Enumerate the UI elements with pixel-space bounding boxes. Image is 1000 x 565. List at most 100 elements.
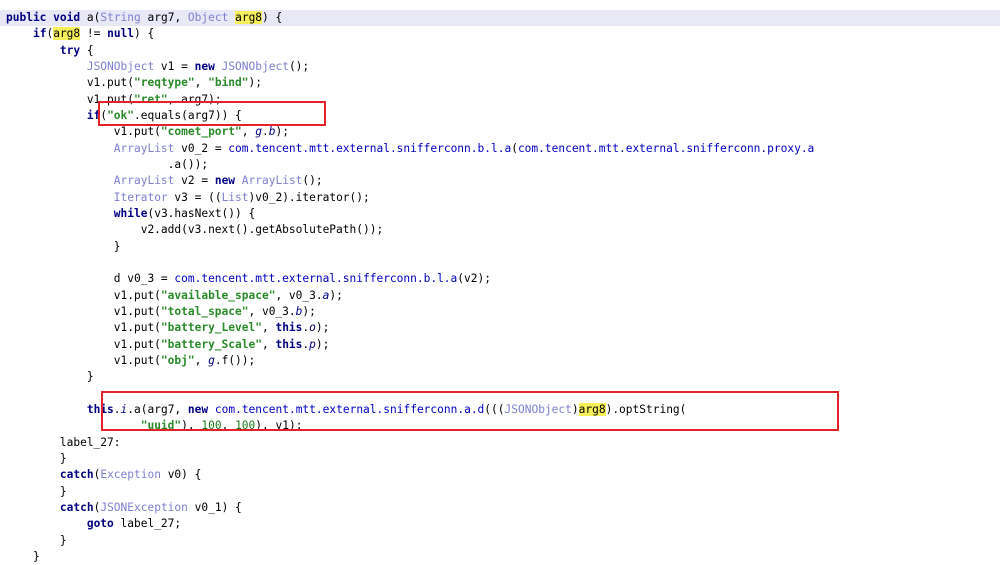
code-token: com.tencent.mtt.external.snifferconn.b.l…: [174, 272, 458, 286]
code-token: }: [6, 484, 67, 498]
code-token: }: [6, 239, 121, 253]
code-token: try: [59, 43, 81, 57]
code-token: v0) {: [160, 468, 202, 482]
code-token: p: [309, 337, 316, 351]
code-token: "battery_Scale": [160, 337, 262, 351]
code-token: Exception: [100, 468, 161, 482]
code-token: }: [6, 549, 40, 563]
code-token: "reqtype": [133, 76, 195, 90]
code-token: );: [275, 125, 289, 139]
code-line: JSONObject v1 = new JSONObject();: [0, 59, 1000, 75]
code-token: v2.add(v3.next().getAbsolutePath());: [6, 223, 384, 237]
code-token: null: [107, 27, 135, 41]
code-line: d v0_3 = com.tencent.mtt.external.sniffe…: [0, 271, 1000, 287]
code-line: v1.put("obj", g.f());: [0, 353, 1000, 369]
code-token: );: [329, 288, 343, 302]
code-line: catch(JSONException v0_1) {: [0, 500, 1000, 516]
code-token: ArrayList: [241, 174, 303, 188]
code-token: , v0_3.: [248, 304, 296, 318]
code-token: ,: [194, 353, 209, 367]
code-token: List: [221, 190, 249, 204]
code-token: ,: [261, 321, 276, 335]
code-token: arg8: [53, 27, 81, 41]
code-token: {: [80, 43, 94, 57]
code-token: this: [275, 321, 303, 335]
highlight-box-ok-check: [98, 101, 326, 126]
code-token: , v0_3.: [275, 288, 323, 302]
code-token: );: [315, 337, 330, 351]
code-line: if(arg8 != null) {: [0, 26, 1000, 42]
code-token: "comet_port": [160, 125, 242, 139]
code-token: while: [113, 207, 148, 220]
code-token: );: [315, 321, 330, 335]
code-token: label_27:: [6, 435, 121, 449]
code-token: !=: [80, 27, 108, 41]
code-token: v1.put(: [6, 288, 161, 302]
code-line: .a());: [0, 157, 1000, 173]
code-token: g: [208, 353, 215, 367]
code-token: v1.put(: [6, 304, 161, 318]
code-line: v1.put("reqtype", "bind");: [0, 75, 1000, 91]
code-line: }: [0, 549, 1000, 565]
code-token: v1.put(: [6, 125, 161, 139]
code-token: arg8: [235, 11, 263, 24]
code-line: ArrayList v2 = new ArrayList();: [0, 173, 1000, 189]
code-token: ();: [288, 60, 310, 73]
code-token: ArrayList: [113, 174, 175, 188]
code-token: v1.put(: [6, 321, 161, 335]
code-token: void: [53, 11, 81, 24]
code-token: ,: [194, 76, 209, 90]
code-token: o: [309, 321, 316, 335]
code-line: v1.put("battery_Scale", this.p);: [0, 337, 1000, 353]
code-token: );: [248, 76, 262, 90]
code-line: }: [0, 239, 1000, 255]
code-line: Iterator v3 = ((List)v0_2).iterator();: [0, 190, 1000, 206]
code-token: arg7,: [140, 11, 188, 24]
code-line: v1.put("comet_port", g.b);: [0, 124, 1000, 140]
code-token: .f());: [214, 353, 256, 367]
code-token: g: [255, 125, 262, 139]
code-token: ) {: [262, 11, 283, 24]
code-token: v1.put(: [6, 76, 134, 90]
code-line: }: [0, 369, 1000, 385]
code-token: v3 = ((: [167, 190, 222, 204]
highlight-box-send-call: [101, 391, 839, 431]
code-token: (v3.hasNext()) {: [147, 207, 256, 220]
code-line: }: [0, 533, 1000, 549]
code-token: v0_2 =: [174, 141, 229, 155]
code-token: JSONException: [100, 500, 188, 514]
code-token: ) {: [134, 27, 155, 41]
code-token: (: [511, 141, 518, 155]
code-token: new: [194, 60, 215, 73]
code-token: ArrayList: [113, 141, 175, 155]
code-line: ArrayList v0_2 = com.tencent.mtt.externa…: [0, 141, 1000, 157]
code-token: new: [214, 174, 236, 188]
code-token: d v0_3 =: [6, 272, 175, 286]
code-token: this: [275, 337, 303, 351]
code-token: com.tencent.mtt.external.snifferconn.pro…: [517, 141, 815, 155]
code-token: v0_1) {: [187, 500, 242, 514]
code-line: v2.add(v3.next().getAbsolutePath());: [0, 222, 1000, 238]
code-token: goto: [86, 517, 114, 531]
code-token: "battery_Level": [160, 321, 262, 335]
code-token: v1 =: [154, 60, 195, 73]
code-token: com.tencent.mtt.external.snifferconn.b.l…: [228, 141, 512, 155]
code-token: ,: [241, 125, 256, 139]
code-token: .a());: [6, 158, 209, 171]
code-token: if: [32, 27, 47, 41]
code-token: ,: [261, 337, 276, 351]
code-token: "bind": [208, 76, 249, 90]
code-line: label_27:: [0, 435, 1000, 451]
code-line: try {: [0, 43, 1000, 59]
code-token: v2 =: [174, 174, 215, 188]
code-token: String: [100, 11, 141, 24]
code-line: v1.put("battery_Level", this.o);: [0, 320, 1000, 336]
code-token: ();: [302, 174, 323, 188]
